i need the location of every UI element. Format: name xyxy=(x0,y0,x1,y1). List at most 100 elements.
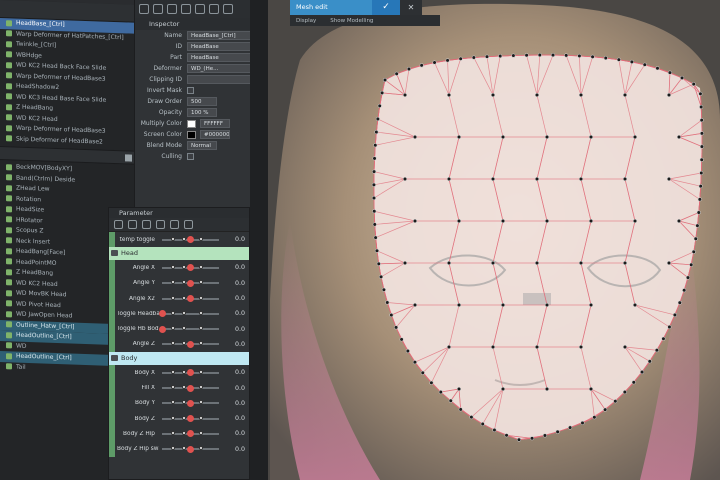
link-icon[interactable] xyxy=(142,220,151,229)
keyform-dot[interactable] xyxy=(181,264,186,269)
keyform-dot[interactable] xyxy=(170,310,175,315)
mesh-vertex[interactable] xyxy=(666,92,672,98)
mesh-vertex[interactable] xyxy=(661,336,666,341)
parameter-value[interactable]: 0.0 xyxy=(225,400,245,407)
mesh-vertex[interactable] xyxy=(373,235,378,240)
mesh-vertex[interactable] xyxy=(578,176,584,182)
slider-knob[interactable] xyxy=(187,279,194,287)
invert-checkbox[interactable] xyxy=(187,87,194,94)
keyform-dot[interactable] xyxy=(170,236,175,241)
multiply-swatch[interactable] xyxy=(187,119,196,128)
mesh-vertex[interactable] xyxy=(631,380,636,385)
mesh-vertex[interactable] xyxy=(695,223,700,228)
parameter-slider[interactable] xyxy=(162,399,219,407)
parameter-slider[interactable] xyxy=(162,236,219,244)
mesh-vertex[interactable] xyxy=(446,344,452,350)
mesh-vertex[interactable] xyxy=(588,302,594,308)
parameter-slider[interactable] xyxy=(162,445,219,453)
screen-field[interactable]: #000000 xyxy=(200,130,230,139)
mesh-vertex[interactable] xyxy=(542,433,547,438)
mesh-vertex[interactable] xyxy=(511,53,516,58)
pin-icon[interactable] xyxy=(195,4,205,14)
mesh-vertex[interactable] xyxy=(456,386,462,392)
mesh-vertex[interactable] xyxy=(490,176,496,182)
slider-knob[interactable] xyxy=(187,340,194,348)
keyform-dot[interactable] xyxy=(170,369,175,374)
mesh-vertex[interactable] xyxy=(375,116,380,121)
mesh-vertex[interactable] xyxy=(679,75,685,80)
trash-icon[interactable] xyxy=(125,154,132,162)
mesh-vertex[interactable] xyxy=(372,169,377,174)
mesh-vertex[interactable] xyxy=(622,344,628,350)
mesh-vertex[interactable] xyxy=(402,260,408,266)
mesh-vertex[interactable] xyxy=(406,66,411,72)
mesh-vertex[interactable] xyxy=(432,60,437,65)
keyform-dot[interactable] xyxy=(199,430,204,435)
mesh-vertex[interactable] xyxy=(469,415,474,420)
list-icon[interactable] xyxy=(170,220,179,229)
mesh-vertex[interactable] xyxy=(537,52,542,58)
keyform-dot[interactable] xyxy=(181,400,186,405)
parameter-value[interactable]: 0.0 xyxy=(225,264,245,271)
slider-knob[interactable] xyxy=(187,399,194,407)
mesh-vertex[interactable] xyxy=(524,53,529,58)
mesh-vertex[interactable] xyxy=(699,131,704,136)
mesh-vertex[interactable] xyxy=(578,92,584,98)
mesh-vertex[interactable] xyxy=(446,176,452,182)
mesh-vertex[interactable] xyxy=(429,380,434,385)
parameter-value[interactable]: 0.0 xyxy=(225,295,245,302)
mesh-vertex[interactable] xyxy=(676,218,682,224)
display-option[interactable]: Display xyxy=(296,18,316,24)
mesh-vertex[interactable] xyxy=(555,429,560,434)
mesh-vertex[interactable] xyxy=(592,415,597,420)
keyform-dot[interactable] xyxy=(199,415,204,420)
grid-icon[interactable] xyxy=(156,220,165,229)
settings-icon[interactable] xyxy=(184,220,193,229)
parameter-slider[interactable] xyxy=(158,310,219,318)
keyform-dot[interactable] xyxy=(181,446,186,451)
mesh-vertex[interactable] xyxy=(480,421,485,427)
group-head[interactable]: Head xyxy=(109,247,249,261)
keyform-dot[interactable] xyxy=(199,295,204,300)
mesh-vertex[interactable] xyxy=(377,103,382,108)
parameter-slider[interactable] xyxy=(162,369,219,377)
opacity-field[interactable]: 100 % xyxy=(187,108,217,117)
keyform-dot[interactable] xyxy=(181,295,186,300)
mesh-vertex[interactable] xyxy=(699,118,704,123)
mesh-vertex[interactable] xyxy=(446,260,452,266)
confirm-icon[interactable]: ✓ xyxy=(372,0,400,15)
mesh-vertex[interactable] xyxy=(577,53,582,58)
mesh-vertex[interactable] xyxy=(419,63,424,68)
slider-knob[interactable] xyxy=(187,430,194,438)
mesh-vertex[interactable] xyxy=(490,92,496,98)
keyform-dot[interactable] xyxy=(199,446,204,451)
keyform-dot[interactable] xyxy=(170,264,175,269)
mesh-vertex[interactable] xyxy=(446,92,452,98)
keyform-dot[interactable] xyxy=(170,295,175,300)
mesh-vertex[interactable] xyxy=(385,300,390,305)
mesh-vertex[interactable] xyxy=(699,157,704,162)
parameter-slider[interactable] xyxy=(162,264,219,272)
keyform-dot[interactable] xyxy=(170,446,175,451)
id-field[interactable]: HeadBase xyxy=(187,42,259,51)
mesh-vertex[interactable] xyxy=(420,370,425,375)
brush-icon[interactable] xyxy=(153,4,163,14)
mesh-vertex[interactable] xyxy=(655,66,660,71)
mesh-vertex[interactable] xyxy=(372,156,377,161)
mesh-vertex[interactable] xyxy=(534,176,540,182)
mesh-vertex[interactable] xyxy=(689,262,694,267)
keyform-dot[interactable] xyxy=(181,385,186,390)
keyform-dot[interactable] xyxy=(181,280,186,285)
mesh-vertex[interactable] xyxy=(622,390,627,395)
mesh-vertex[interactable] xyxy=(699,170,704,176)
keyform-dot[interactable] xyxy=(199,310,204,315)
part-select[interactable]: HeadBase xyxy=(187,53,259,62)
mesh-vertex[interactable] xyxy=(371,182,376,187)
mesh-vertex[interactable] xyxy=(412,134,418,140)
keyform-dot[interactable] xyxy=(181,236,186,241)
parameter-slider[interactable] xyxy=(162,295,219,303)
mesh-vertex[interactable] xyxy=(693,236,698,241)
slider-knob[interactable] xyxy=(187,384,194,392)
parameter-value[interactable]: 0.0 xyxy=(225,310,245,317)
mesh-vertex[interactable] xyxy=(667,70,672,75)
